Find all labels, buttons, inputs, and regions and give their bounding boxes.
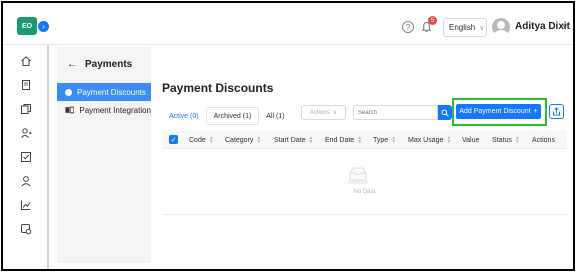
- notification-badge: 5: [428, 16, 437, 25]
- discount-icon: [65, 88, 72, 96]
- top-bar: EO › ? 5 English ∨ Aditya Dixit ∨: [3, 3, 573, 45]
- page-title: Payment Discounts: [162, 81, 274, 95]
- sort-icon[interactable]: ▲ ▼: [256, 136, 261, 145]
- app-logo[interactable]: EO: [17, 17, 37, 35]
- export-button[interactable]: [549, 104, 564, 119]
- checkbox-icon[interactable]: [20, 151, 32, 163]
- column-header-type[interactable]: Type ▲ ▼: [373, 131, 396, 149]
- avatar[interactable]: [492, 18, 510, 36]
- add-button-label: Add Payment Discount: [459, 108, 531, 115]
- column-header-actions: Actions: [532, 136, 555, 144]
- empty-box-icon: [347, 167, 369, 185]
- search-icon: [441, 109, 449, 117]
- language-label: English: [449, 23, 476, 32]
- plus-icon: +: [533, 108, 538, 115]
- subnav-item-payment-discounts[interactable]: Payment Discounts: [57, 83, 151, 101]
- receipt-icon[interactable]: [20, 79, 32, 91]
- payments-subnav: ← Payments Payment Discounts Payment Int…: [57, 47, 151, 263]
- column-header-status[interactable]: Status ▲ ▼: [492, 131, 520, 149]
- add-payment-discount-button[interactable]: Add Payment Discount +: [456, 104, 541, 119]
- language-select[interactable]: English ∨: [443, 18, 487, 37]
- tab-all[interactable]: All (1): [259, 107, 291, 125]
- chart-icon[interactable]: [20, 199, 32, 211]
- column-header-code[interactable]: Code ▲ ▼: [189, 131, 214, 149]
- column-header-end-date[interactable]: End Date ▲ ▼: [325, 131, 362, 149]
- settings-icon[interactable]: [20, 223, 32, 235]
- search-input[interactable]: [353, 105, 438, 120]
- subnav-item-label: Payment Integration: [79, 105, 151, 115]
- export-icon: [553, 107, 560, 116]
- table-header: ✓ Code ▲ ▼ Category ▲ ▼ Start Date ▲ ▼ End Dat…: [162, 131, 567, 149]
- column-header-start-date[interactable]: Start Date ▲ ▼: [274, 131, 313, 149]
- user-menu-chevron-icon[interactable]: ∨: [562, 22, 568, 31]
- subnav-item-payment-integration[interactable]: Payment Integration: [57, 101, 151, 119]
- subnav-header: ← Payments: [67, 59, 132, 70]
- sidebar-toggle-icon[interactable]: ›: [38, 21, 49, 32]
- tab-active[interactable]: Active (0): [162, 107, 206, 125]
- search-button[interactable]: [438, 105, 452, 120]
- select-all-checkbox[interactable]: ✓: [169, 135, 178, 144]
- home-icon[interactable]: [20, 55, 32, 67]
- sort-icon[interactable]: ▲ ▼: [357, 136, 362, 145]
- sort-icon[interactable]: ▲ ▼: [391, 136, 396, 145]
- empty-text: No Data: [353, 189, 376, 195]
- column-header-category[interactable]: Category ▲ ▼: [225, 131, 261, 149]
- sort-icon[interactable]: ▲ ▼: [309, 136, 314, 145]
- actions-label: Actions: [309, 109, 330, 116]
- back-arrow-icon[interactable]: ←: [67, 59, 77, 70]
- integration-icon: [65, 106, 75, 114]
- column-header-value: Value: [462, 136, 480, 144]
- user-add-icon[interactable]: [20, 127, 32, 139]
- icon-rail: [3, 45, 49, 269]
- chevron-down-icon: ∨: [332, 110, 338, 116]
- chevron-down-icon: ∨: [479, 24, 485, 32]
- copy-icon[interactable]: [20, 103, 32, 115]
- sort-icon[interactable]: ▲ ▼: [446, 136, 451, 145]
- subnav-title: Payments: [85, 59, 133, 70]
- column-header-max-usage[interactable]: Max Usage ▲ ▼: [408, 131, 451, 149]
- app-window: EO › ? 5 English ∨ Aditya Dixit ∨ ← Paym…: [1, 1, 575, 271]
- sort-icon[interactable]: ▲ ▼: [515, 136, 520, 145]
- sort-icon[interactable]: ▲ ▼: [209, 136, 214, 145]
- help-icon[interactable]: ?: [402, 21, 414, 33]
- empty-state: No Data: [162, 149, 567, 215]
- main-content: Payment Discounts Active (0) Archived (1…: [151, 47, 569, 269]
- actions-dropdown[interactable]: Actions ∨: [301, 105, 346, 120]
- subnav-item-label: Payment Discounts: [77, 87, 146, 97]
- user-icon[interactable]: [20, 175, 32, 187]
- status-tabs: Active (0) Archived (1) All (1): [162, 107, 292, 125]
- tab-archived[interactable]: Archived (1): [205, 107, 260, 125]
